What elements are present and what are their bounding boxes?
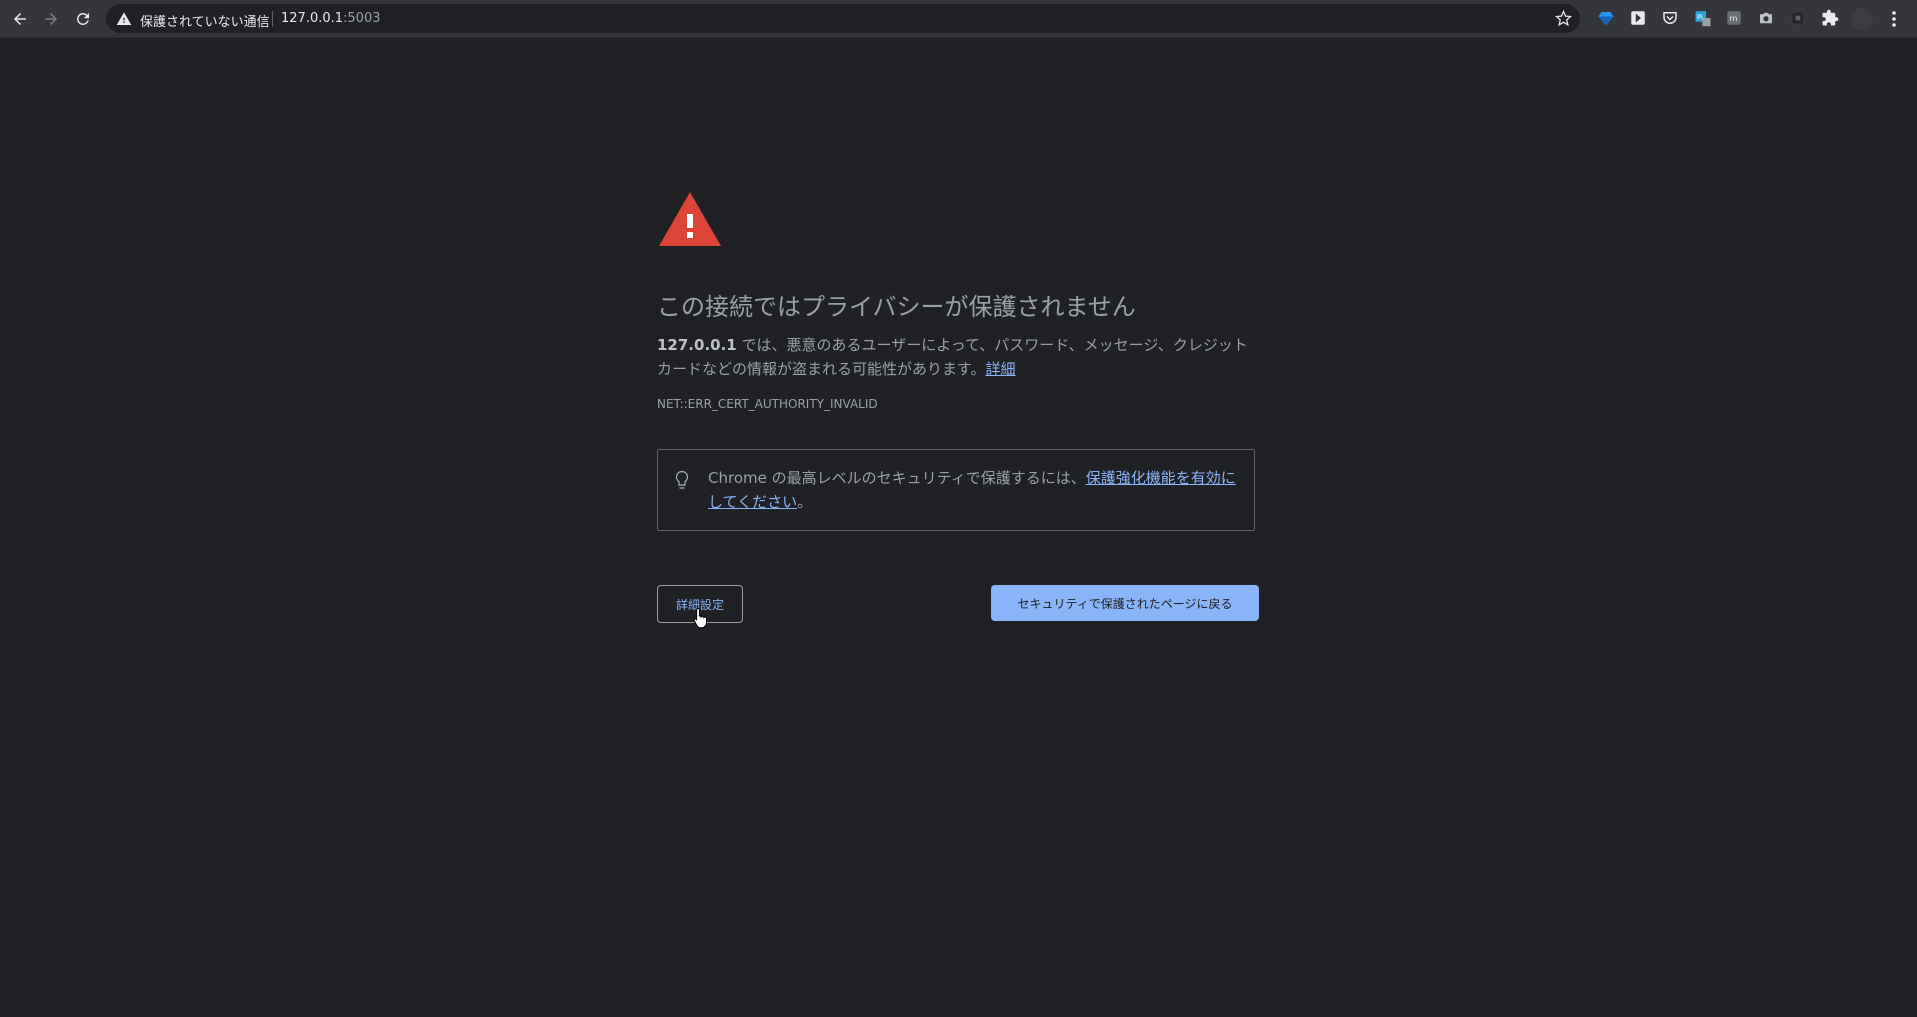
url-port: :5003 [343, 11, 381, 26]
address-bar[interactable]: 保護されていない通信 127.0.0.1:5003 [106, 4, 1580, 33]
page-title: この接続ではプライバシーが保護されません [657, 293, 1136, 321]
reload-icon [76, 12, 89, 25]
error-code: NET::ERR_CERT_AUTHORITY_INVALID [657, 397, 878, 411]
profile-avatar[interactable] [1851, 8, 1873, 30]
browser-toolbar: 保護されていない通信 127.0.0.1:5003 Pi m [0, 0, 1917, 38]
camera-icon[interactable] [1757, 9, 1775, 27]
forward-button[interactable] [38, 6, 64, 32]
gem-icon[interactable] [1597, 9, 1615, 27]
enhanced-suffix: 。 [797, 493, 813, 511]
back-to-safety-button[interactable]: セキュリティで保護されたページに戻る [991, 585, 1259, 621]
warning-icon[interactable] [116, 11, 132, 27]
security-status-label[interactable]: 保護されていない通信 [140, 11, 270, 30]
svg-text:m: m [1730, 13, 1738, 23]
menu-dots-icon[interactable] [1886, 8, 1902, 30]
address-divider [272, 11, 273, 27]
lightbulb-icon [675, 470, 689, 489]
details-link[interactable]: 詳細 [986, 360, 1016, 378]
url-text[interactable]: 127.0.0.1:5003 [281, 11, 381, 26]
explanation-host: 127.0.0.1 [657, 336, 737, 354]
enhanced-protection-box: Chrome の最高レベルのセキュリティで保護するには、保護強化機能を有効にして… [657, 449, 1255, 531]
back-button[interactable] [7, 6, 33, 32]
explanation-body: では、悪意のあるユーザーによって、パスワード、メッセージ、クレジット カードなど… [657, 336, 1248, 378]
pocket-icon[interactable] [1661, 9, 1679, 27]
bookmark-star-icon[interactable] [1555, 10, 1572, 27]
arrow-left-icon [14, 13, 26, 25]
dark-extension-icon[interactable] [1789, 9, 1807, 27]
reload-button[interactable] [70, 6, 96, 32]
m-extension-icon[interactable]: m [1725, 9, 1743, 27]
forward-box-icon[interactable] [1629, 9, 1647, 27]
warning-triangle-icon [659, 192, 721, 246]
explanation-text: 127.0.0.1 では、悪意のあるユーザーによって、パスワード、メッセージ、ク… [657, 333, 1257, 381]
enhanced-protection-text: Chrome の最高レベルのセキュリティで保護するには、保護強化機能を有効にして… [708, 466, 1238, 514]
svg-text:Pi: Pi [1697, 14, 1703, 22]
url-host: 127.0.0.1 [281, 11, 344, 26]
puzzle-icon[interactable] [1821, 9, 1839, 27]
arrow-right-icon [45, 13, 57, 25]
enhanced-prefix: Chrome の最高レベルのセキュリティで保護するには、 [708, 469, 1086, 487]
pi-extension-icon[interactable]: Pi [1694, 9, 1712, 27]
advanced-button[interactable]: 詳細設定 [657, 585, 743, 623]
